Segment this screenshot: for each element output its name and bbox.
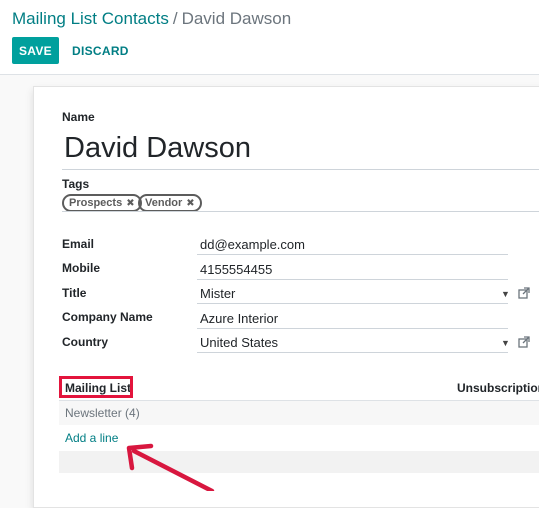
breadcrumb: Mailing List Contacts / David Dawson — [12, 8, 291, 30]
add-line-link[interactable]: Add a line — [65, 431, 118, 445]
tag-label: Vendor — [145, 197, 183, 209]
tag-vendor: Vendor ✖ — [138, 194, 202, 212]
tags-label: Tags — [62, 177, 90, 191]
breadcrumb-separator: / — [172, 9, 178, 28]
mobile-label: Mobile — [62, 261, 100, 275]
column-header-unsubscription[interactable]: Unsubscription — [457, 381, 539, 395]
caret-down-icon[interactable]: ▼ — [501, 289, 510, 299]
control-panel: Mailing List Contacts / David Dawson SAVE … — [0, 0, 539, 75]
tag-prospects: Prospects ✖ — [62, 194, 142, 212]
name-input-underline — [62, 169, 539, 170]
title-label: Title — [62, 286, 87, 300]
name-label: Name — [62, 110, 95, 124]
tag-label: Prospects — [69, 197, 123, 209]
country-select-underline — [197, 352, 508, 353]
country-select[interactable]: United States — [200, 335, 278, 350]
highlight-box — [59, 376, 133, 398]
breadcrumb-current: David Dawson — [181, 9, 292, 28]
title-select[interactable]: Mister — [200, 286, 235, 301]
save-button[interactable]: SAVE — [12, 37, 59, 64]
mobile-field[interactable]: 4155554455 — [200, 262, 272, 277]
name-input[interactable]: David Dawson — [64, 130, 251, 166]
company-name-label: Company Name — [62, 310, 153, 324]
title-select-underline — [197, 303, 508, 304]
caret-down-icon[interactable]: ▼ — [501, 338, 510, 348]
tags-input-underline[interactable] — [62, 211, 539, 212]
company-name-underline — [197, 328, 508, 329]
breadcrumb-parent-link[interactable]: Mailing List Contacts — [12, 9, 169, 28]
close-icon[interactable]: ✖ — [126, 198, 134, 209]
mobile-field-underline — [197, 279, 508, 280]
external-link-icon[interactable] — [518, 287, 530, 299]
company-name-field[interactable]: Azure Interior — [200, 311, 278, 326]
email-field[interactable]: dd@example.com — [200, 237, 305, 252]
external-link-icon[interactable] — [518, 336, 530, 348]
arrow-icon — [126, 443, 215, 491]
discard-button[interactable]: DISCARD — [64, 37, 137, 64]
country-label: Country — [62, 335, 108, 349]
table-cell-mailing-list[interactable]: Newsletter (4) — [65, 406, 140, 420]
email-label: Email — [62, 237, 95, 251]
email-field-underline — [197, 254, 508, 255]
close-icon[interactable]: ✖ — [186, 198, 194, 209]
